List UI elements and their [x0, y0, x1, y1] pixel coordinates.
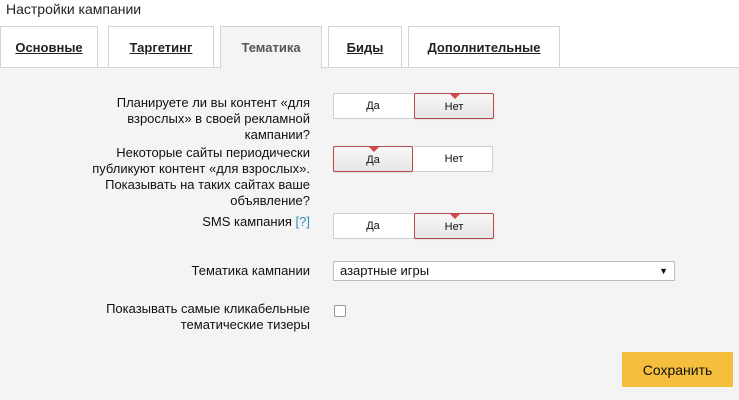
adult-sites-question: Некоторые сайты периодически публикуют к… — [92, 145, 310, 208]
topic-select-value: азартные игры — [340, 263, 430, 278]
tab-targeting[interactable]: Таргетинг — [108, 26, 214, 68]
tab-osnovnye[interactable]: Основные — [0, 26, 98, 68]
clickable-teasers-checkbox[interactable] — [334, 305, 346, 317]
sms-help-link[interactable]: [?] — [296, 214, 310, 229]
topic-label: Тематика кампании — [191, 263, 310, 278]
adult-sites-yes-button[interactable]: Да — [333, 146, 413, 172]
adult-content-no-button[interactable]: Нет — [414, 93, 494, 119]
topic-select[interactable]: азартные игры ▼ — [333, 261, 675, 281]
sms-campaign-label: SMS кампания — [202, 214, 292, 229]
save-button[interactable]: Сохранить — [622, 352, 733, 387]
sms-campaign-label-row: SMS кампания [?] — [70, 214, 310, 230]
tab-bidy[interactable]: Биды — [328, 26, 402, 68]
adult-content-yes-button[interactable]: Да — [333, 93, 413, 119]
adult-sites-no-button[interactable]: Нет — [414, 146, 494, 172]
adult-sites-toggle: Да Нет — [333, 146, 493, 172]
page-title: Настройки кампании — [6, 1, 142, 17]
adult-content-question: Планируете ли вы контент «для взрослых» … — [116, 95, 310, 142]
tab-bar: Основные Таргетинг Тематика Биды Дополни… — [0, 26, 739, 69]
triangle-down-icon: ▼ — [659, 266, 668, 276]
tab-dopolnitelnye[interactable]: Дополнительные — [408, 26, 560, 68]
clickable-teasers-label: Показывать самые кликабельные тематическ… — [106, 301, 310, 332]
settings-panel: Планируете ли вы контент «для взрослых» … — [0, 67, 739, 400]
sms-no-button[interactable]: Нет — [414, 213, 494, 239]
tab-tematika[interactable]: Тематика — [220, 26, 322, 69]
adult-content-toggle: Да Нет — [333, 93, 494, 119]
sms-campaign-toggle: Да Нет — [333, 213, 494, 239]
sms-yes-button[interactable]: Да — [333, 213, 413, 239]
